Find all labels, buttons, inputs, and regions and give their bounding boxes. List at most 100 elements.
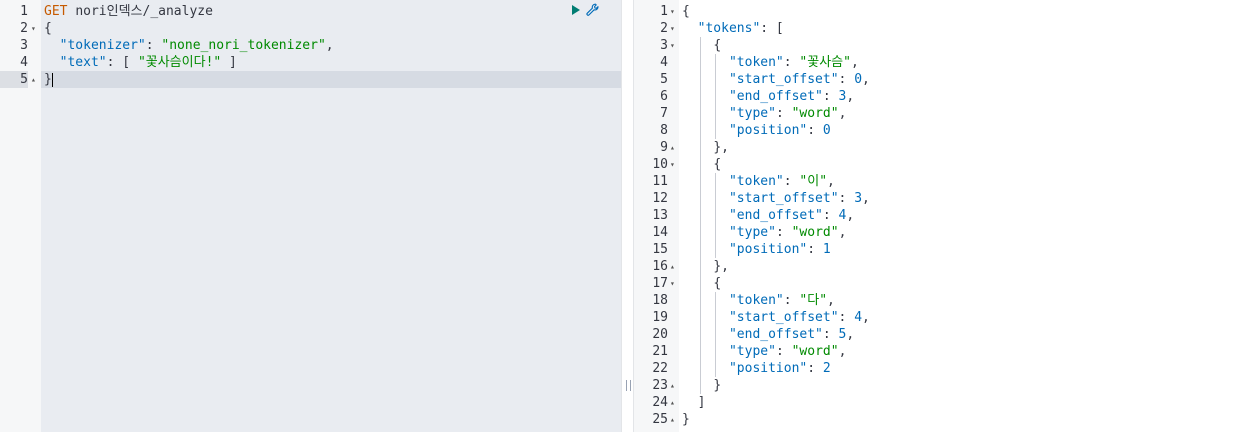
- position-value: 2: [822, 361, 831, 376]
- response-line[interactable]: },: [679, 139, 1253, 156]
- line-number: 9: [660, 140, 668, 155]
- line-number: 10: [652, 157, 668, 172]
- pane-divider[interactable]: [621, 0, 634, 432]
- json-key: "start_offset": [728, 72, 839, 87]
- play-icon[interactable]: [572, 5, 580, 15]
- json-key: "tokenizer": [59, 38, 146, 53]
- line-number: 24: [652, 395, 668, 410]
- type-value: "word": [791, 344, 839, 359]
- response-line[interactable]: {: [679, 3, 1253, 20]
- close-brace: },: [713, 259, 729, 274]
- line-number: 6: [660, 89, 668, 104]
- line-number-active: 5: [0, 71, 28, 88]
- close-brace: }: [682, 412, 690, 427]
- response-line[interactable]: "end_offset": 4,: [679, 207, 1253, 224]
- fold-toggle-icon[interactable]: ▴: [670, 394, 675, 411]
- line-number: 3: [20, 38, 28, 53]
- fold-toggle-icon[interactable]: ▾: [31, 20, 36, 37]
- line-number: 5: [660, 72, 668, 87]
- request-path: nori인덱스/_analyze: [75, 4, 213, 19]
- indent-guide: [715, 54, 717, 139]
- resize-handle-icon[interactable]: [626, 380, 631, 391]
- response-line[interactable]: {: [679, 275, 1253, 292]
- response-line[interactable]: "type": "word",: [679, 105, 1253, 122]
- wrench-icon[interactable]: [586, 3, 600, 17]
- token-value: "이": [799, 174, 828, 189]
- fold-toggle-icon[interactable]: ▾: [670, 156, 675, 173]
- response-line[interactable]: {: [679, 37, 1253, 54]
- response-viewer[interactable]: 1 ▾ 2 ▾ 3 ▾ 4 5 6 7 8 9 ▴ 10 ▾ 11 12 13 14 15 16 ▴ 17 ▾ 18 19 20 21…: [634, 0, 1253, 432]
- line-number: 4: [20, 55, 28, 70]
- line-number: 15: [652, 242, 668, 257]
- fold-toggle-icon[interactable]: ▴: [670, 411, 675, 428]
- fold-toggle-icon[interactable]: ▾: [670, 20, 675, 37]
- response-line[interactable]: {: [679, 156, 1253, 173]
- http-method: GET: [44, 4, 68, 19]
- line-number: 7: [660, 106, 668, 121]
- response-line[interactable]: "token": "꽃사슴",: [679, 54, 1253, 71]
- indent-guide: [715, 173, 717, 258]
- response-line[interactable]: "type": "word",: [679, 224, 1253, 241]
- response-line[interactable]: "tokens": [: [679, 20, 1253, 37]
- response-line[interactable]: "end_offset": 5,: [679, 326, 1253, 343]
- json-key: "type": [728, 106, 776, 121]
- close-brace: }: [713, 378, 722, 393]
- json-key: "position": [728, 123, 808, 138]
- request-line-2[interactable]: {: [41, 20, 621, 37]
- line-number: 17: [652, 276, 668, 291]
- response-line[interactable]: "token": "다",: [679, 292, 1253, 309]
- fold-toggle-icon[interactable]: ▾: [670, 3, 675, 20]
- request-line-4[interactable]: "text": [ "꽃사슴이다!" ]: [41, 54, 621, 71]
- response-line[interactable]: "start_offset": 4,: [679, 309, 1253, 326]
- request-line-3[interactable]: "tokenizer": "none_nori_tokenizer",: [41, 37, 621, 54]
- line-number: 3: [660, 38, 668, 53]
- request-actions: [572, 3, 600, 17]
- response-line[interactable]: }: [679, 377, 1253, 394]
- type-value: "word": [791, 106, 839, 121]
- request-line-5[interactable]: }: [41, 71, 621, 88]
- request-code-area[interactable]: GET nori인덱스/_analyze { "tokenizer": "non…: [41, 0, 621, 432]
- line-number: 12: [652, 191, 668, 206]
- json-key: "position": [728, 361, 808, 376]
- line-number: 19: [652, 310, 668, 325]
- open-brace: {: [44, 21, 52, 36]
- response-line[interactable]: ]: [679, 394, 1253, 411]
- line-number: 1: [20, 4, 28, 19]
- response-line[interactable]: "end_offset": 3,: [679, 88, 1253, 105]
- line-number: 21: [652, 344, 668, 359]
- fold-toggle-icon[interactable]: ▾: [670, 275, 675, 292]
- position-value: 0: [822, 123, 831, 138]
- fold-toggle-icon[interactable]: ▾: [670, 37, 675, 54]
- json-key: "token": [728, 293, 784, 308]
- position-value: 1: [822, 242, 831, 257]
- json-key: "end_offset": [728, 327, 823, 342]
- close-brace: }: [44, 72, 52, 87]
- response-line[interactable]: "start_offset": 0,: [679, 71, 1253, 88]
- start-offset-value: 0: [854, 72, 863, 87]
- response-line[interactable]: },: [679, 258, 1253, 275]
- line-number: 8: [660, 123, 668, 138]
- line-number: 11: [652, 174, 668, 189]
- fold-toggle-icon[interactable]: ▴: [31, 71, 36, 88]
- indent-guide: [715, 292, 717, 377]
- response-line[interactable]: "start_offset": 3,: [679, 190, 1253, 207]
- token-value: "다": [799, 293, 828, 308]
- response-line[interactable]: "position": 0: [679, 122, 1253, 139]
- fold-toggle-icon[interactable]: ▴: [670, 258, 675, 275]
- fold-toggle-icon[interactable]: ▴: [670, 139, 675, 156]
- line-number: 20: [652, 327, 668, 342]
- response-line[interactable]: "position": 1: [679, 241, 1253, 258]
- token-value: "꽃사슴": [799, 55, 851, 70]
- line-number: 2: [20, 21, 28, 36]
- response-line[interactable]: }: [679, 411, 1253, 428]
- response-code-area[interactable]: { "tokens": [ { "token": "꽃사슴", "start_o…: [679, 0, 1253, 432]
- response-line[interactable]: "type": "word",: [679, 343, 1253, 360]
- request-editor[interactable]: 1 2 ▾ 3 4 5 ▴ GET nori인덱스/_analyze { "to…: [0, 0, 621, 432]
- request-line-1[interactable]: GET nori인덱스/_analyze: [41, 3, 621, 20]
- json-string: "꽃사슴이다!": [137, 55, 222, 70]
- json-string: "none_nori_tokenizer": [161, 38, 326, 53]
- response-line[interactable]: "token": "이",: [679, 173, 1253, 190]
- open-brace: {: [713, 157, 722, 172]
- response-line[interactable]: "position": 2: [679, 360, 1253, 377]
- fold-toggle-icon[interactable]: ▴: [670, 377, 675, 394]
